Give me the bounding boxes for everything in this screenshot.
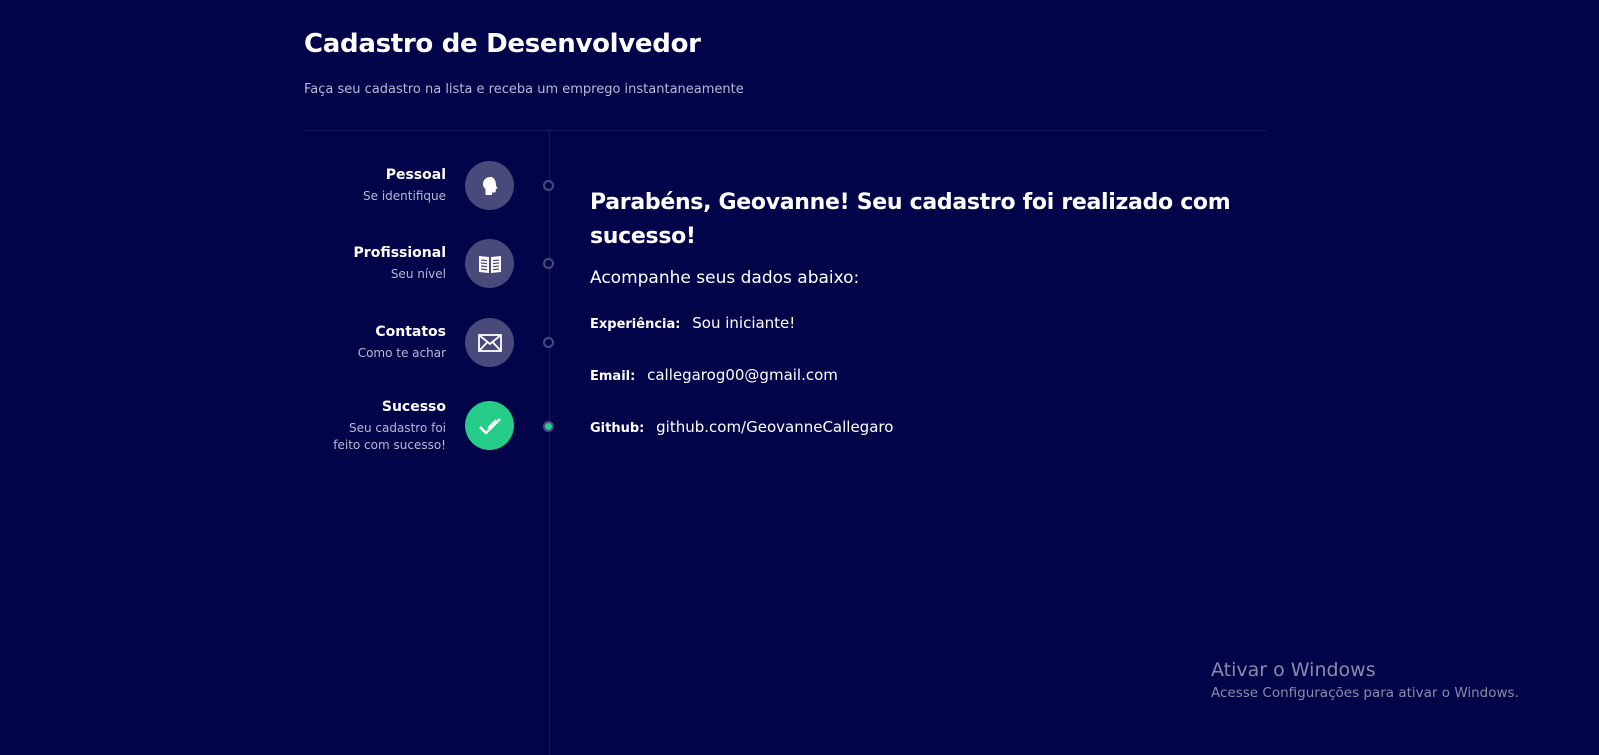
step-description: Seu cadastro foi feito com sucesso! bbox=[333, 421, 446, 452]
step-description: Se identifique bbox=[363, 189, 446, 203]
page-title: Cadastro de Desenvolvedor bbox=[304, 29, 701, 59]
step-indicator-dot-active bbox=[543, 421, 554, 432]
step-text: Contatos Como te achar bbox=[266, 322, 446, 362]
watermark-title: Ativar o Windows bbox=[1211, 659, 1376, 681]
step-indicator-dot bbox=[543, 258, 554, 269]
signup-page: Cadastro de Desenvolvedor Faça seu cadas… bbox=[0, 0, 1599, 755]
success-title: Parabéns, Geovanne! Seu cadastro foi rea… bbox=[590, 190, 1231, 249]
head-icon bbox=[482, 176, 498, 195]
step-description: Como te achar bbox=[357, 346, 446, 360]
step-indicator-dot bbox=[543, 180, 554, 191]
page-header: Cadastro de Desenvolvedor Faça seu cadas… bbox=[304, 24, 1266, 100]
info-row-github: Github: github.com/GeovanneCallegaro bbox=[590, 416, 893, 440]
info-value: github.com/GeovanneCallegaro bbox=[656, 418, 894, 436]
step-description: Seu nível bbox=[390, 267, 446, 281]
step-icon-badge[interactable] bbox=[465, 318, 514, 367]
success-panel: Parabéns, Geovanne! Seu cadastro foi rea… bbox=[590, 186, 1290, 436]
watermark-subtitle: Acesse Configurações para ativar o Windo… bbox=[1211, 685, 1519, 701]
step-icon-badge[interactable] bbox=[465, 239, 514, 288]
check-icon bbox=[478, 417, 501, 434]
mail-icon bbox=[477, 333, 502, 352]
step-icon-badge[interactable] bbox=[465, 161, 514, 210]
step-icon-badge[interactable] bbox=[465, 401, 514, 450]
book-icon bbox=[478, 255, 501, 273]
info-label: Github: bbox=[590, 421, 645, 436]
page-subtitle: Faça seu cadastro na lista e receba um e… bbox=[304, 82, 744, 97]
info-row-experience: Experiência: Sou iniciante! bbox=[590, 312, 795, 336]
info-value: callegarog00@gmail.com bbox=[647, 366, 838, 384]
info-value: Sou iniciante! bbox=[692, 314, 796, 332]
step-contatos[interactable]: Contatos Como te achar bbox=[304, 318, 564, 378]
step-text: Sucesso Seu cadastro foi feito com suces… bbox=[266, 397, 446, 454]
step-sucesso[interactable]: Sucesso Seu cadastro foi feito com suces… bbox=[304, 399, 564, 461]
info-label: Experiência: bbox=[590, 317, 681, 332]
step-title: Sucesso bbox=[381, 399, 446, 415]
step-text: Profissional Seu nível bbox=[266, 243, 446, 283]
info-label: Email: bbox=[590, 369, 636, 384]
step-title: Pessoal bbox=[385, 167, 446, 183]
success-subtitle: Acompanhe seus dados abaixo: bbox=[590, 268, 860, 288]
header-divider bbox=[304, 130, 1266, 131]
windows-activation-watermark: Ativar o Windows Acesse Configurações pa… bbox=[1211, 657, 1519, 702]
info-row-email: Email: callegarog00@gmail.com bbox=[590, 364, 838, 388]
step-profissional[interactable]: Profissional Seu nível bbox=[304, 239, 564, 299]
step-title: Profissional bbox=[353, 245, 446, 261]
step-pessoal[interactable]: Pessoal Se identifique bbox=[304, 161, 564, 221]
step-title: Contatos bbox=[375, 324, 446, 340]
step-indicator-dot bbox=[543, 337, 554, 348]
step-text: Pessoal Se identifique bbox=[266, 165, 446, 205]
